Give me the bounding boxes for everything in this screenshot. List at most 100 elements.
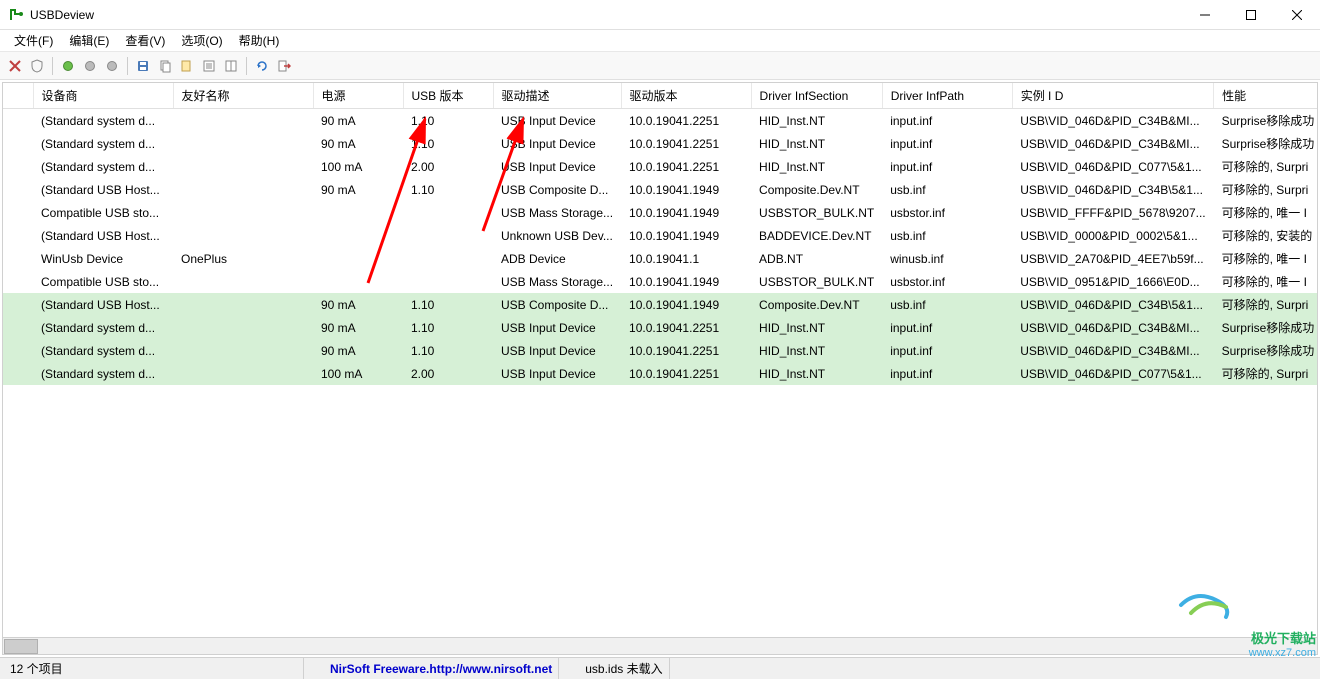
table-cell: 可移除的, Surpri xyxy=(1214,293,1317,316)
table-cell: Surprise移除成功 xyxy=(1214,132,1317,155)
table-row[interactable]: (Standard system d...90 mA1.10USB Input … xyxy=(3,132,1317,155)
col-header-capabilities[interactable]: 性能 xyxy=(1214,83,1317,109)
table-cell: USB\VID_FFFF&PID_5678\9207... xyxy=(1012,201,1213,224)
toolbar-save-icon[interactable] xyxy=(132,55,154,77)
table-cell: WinUsb Device xyxy=(33,247,173,270)
menu-options[interactable]: 选项(O) xyxy=(173,30,230,51)
table-cell: HID_Inst.NT xyxy=(751,316,882,339)
table-cell: Unknown USB Dev... xyxy=(493,224,621,247)
table-cell: (Standard system d... xyxy=(33,109,173,133)
col-header-vendor[interactable]: 设备商 xyxy=(33,83,173,109)
table-cell: USB Composite D... xyxy=(493,293,621,316)
table-row[interactable]: WinUsb DeviceOnePlusADB Device10.0.19041… xyxy=(3,247,1317,270)
table-cell xyxy=(3,132,33,155)
maximize-button[interactable] xyxy=(1228,0,1274,29)
table-cell xyxy=(3,362,33,385)
table-cell: 90 mA xyxy=(313,178,403,201)
table-cell xyxy=(173,109,313,133)
table-row[interactable]: Compatible USB sto...USB Mass Storage...… xyxy=(3,270,1317,293)
device-table: 设备商 友好名称 电源 USB 版本 驱动描述 驱动版本 Driver InfS… xyxy=(3,83,1317,385)
table-row[interactable]: (Standard USB Host...90 mA1.10USB Compos… xyxy=(3,293,1317,316)
table-row[interactable]: (Standard system d...100 mA2.00USB Input… xyxy=(3,362,1317,385)
table-cell: HID_Inst.NT xyxy=(751,132,882,155)
table-cell: USBSTOR_BULK.NT xyxy=(751,270,882,293)
col-header-driverdesc[interactable]: 驱动描述 xyxy=(493,83,621,109)
table-cell: USB\VID_046D&PID_C077\5&1... xyxy=(1012,155,1213,178)
table-cell: (Standard USB Host... xyxy=(33,293,173,316)
toolbar-shield-icon[interactable] xyxy=(26,55,48,77)
table-cell: usb.inf xyxy=(882,178,1012,201)
table-cell: Composite.Dev.NT xyxy=(751,178,882,201)
close-button[interactable] xyxy=(1274,0,1320,29)
table-cell xyxy=(313,270,403,293)
table-cell: 10.0.19041.1949 xyxy=(621,201,751,224)
table-cell: 1.10 xyxy=(403,132,493,155)
table-cell: 1.10 xyxy=(403,178,493,201)
table-cell: 100 mA xyxy=(313,362,403,385)
table-row[interactable]: (Standard system d...100 mA2.00USB Input… xyxy=(3,155,1317,178)
toolbar-status-gray-icon[interactable] xyxy=(79,55,101,77)
table-cell: HID_Inst.NT xyxy=(751,109,882,133)
table-cell: (Standard system d... xyxy=(33,362,173,385)
toolbar-status-green-icon[interactable] xyxy=(57,55,79,77)
toolbar-status-gray2-icon[interactable] xyxy=(101,55,123,77)
table-cell: 10.0.19041.2251 xyxy=(621,316,751,339)
col-header-usbver[interactable]: USB 版本 xyxy=(403,83,493,109)
toolbar-refresh-icon[interactable] xyxy=(251,55,273,77)
table-cell: HID_Inst.NT xyxy=(751,362,882,385)
col-header-instanceid[interactable]: 实例 I D xyxy=(1012,83,1213,109)
toolbar-delete-icon[interactable] xyxy=(4,55,26,77)
table-cell: 90 mA xyxy=(313,132,403,155)
toolbar-properties-icon[interactable] xyxy=(198,55,220,77)
table-row[interactable]: (Standard system d...90 mA1.10USB Input … xyxy=(3,339,1317,362)
col-header-driverver[interactable]: 驱动版本 xyxy=(621,83,751,109)
table-row[interactable]: (Standard USB Host...Unknown USB Dev...1… xyxy=(3,224,1317,247)
menu-edit[interactable]: 编辑(E) xyxy=(61,30,117,51)
table-cell xyxy=(3,293,33,316)
toolbar-copy-icon[interactable] xyxy=(154,55,176,77)
table-cell xyxy=(3,270,33,293)
col-header-friendly[interactable]: 友好名称 xyxy=(173,83,313,109)
table-cell: 90 mA xyxy=(313,339,403,362)
table-cell xyxy=(173,339,313,362)
col-header-infpath[interactable]: Driver InfPath xyxy=(882,83,1012,109)
table-cell xyxy=(313,224,403,247)
table-row[interactable]: (Standard system d...90 mA1.10USB Input … xyxy=(3,316,1317,339)
col-header-power[interactable]: 电源 xyxy=(313,83,403,109)
menu-help[interactable]: 帮助(H) xyxy=(231,30,288,51)
device-table-scroll[interactable]: 设备商 友好名称 电源 USB 版本 驱动描述 驱动版本 Driver InfS… xyxy=(3,83,1317,637)
table-cell: 90 mA xyxy=(313,316,403,339)
menu-view[interactable]: 查看(V) xyxy=(117,30,173,51)
table-cell: USB\VID_046D&PID_C077\5&1... xyxy=(1012,362,1213,385)
table-cell: 1.10 xyxy=(403,339,493,362)
table-cell: 可移除的, Surpri xyxy=(1214,155,1317,178)
toolbar-copy2-icon[interactable] xyxy=(176,55,198,77)
toolbar-exit-icon[interactable] xyxy=(273,55,295,77)
table-cell: 可移除的, 唯一 I xyxy=(1214,270,1317,293)
table-cell: USB Input Device xyxy=(493,132,621,155)
table-cell xyxy=(403,270,493,293)
table-cell: USB\VID_046D&PID_C34B\5&1... xyxy=(1012,178,1213,201)
table-row[interactable]: (Standard USB Host...90 mA1.10USB Compos… xyxy=(3,178,1317,201)
table-cell: 10.0.19041.2251 xyxy=(621,109,751,133)
minimize-button[interactable] xyxy=(1182,0,1228,29)
col-header-infsection[interactable]: Driver InfSection xyxy=(751,83,882,109)
status-freeware-link[interactable]: http://www.nirsoft.net xyxy=(429,662,552,676)
table-cell: USB Input Device xyxy=(493,109,621,133)
table-cell: Surprise移除成功 xyxy=(1214,339,1317,362)
table-row[interactable]: (Standard system d...90 mA1.10USB Input … xyxy=(3,109,1317,133)
table-cell: 10.0.19041.2251 xyxy=(621,362,751,385)
menu-file[interactable]: 文件(F) xyxy=(6,30,61,51)
table-cell: input.inf xyxy=(882,109,1012,133)
col-header-icon[interactable] xyxy=(3,83,33,109)
table-cell: 10.0.19041.1949 xyxy=(621,270,751,293)
table-cell xyxy=(3,316,33,339)
toolbar-columns-icon[interactable] xyxy=(220,55,242,77)
status-bar: 12 个项目 NirSoft Freeware. http://www.nirs… xyxy=(0,657,1320,679)
table-row[interactable]: Compatible USB sto...USB Mass Storage...… xyxy=(3,201,1317,224)
table-cell: HID_Inst.NT xyxy=(751,155,882,178)
table-cell: input.inf xyxy=(882,339,1012,362)
table-cell: usbstor.inf xyxy=(882,270,1012,293)
scrollbar-thumb[interactable] xyxy=(4,639,38,654)
horizontal-scrollbar[interactable] xyxy=(3,637,1317,654)
